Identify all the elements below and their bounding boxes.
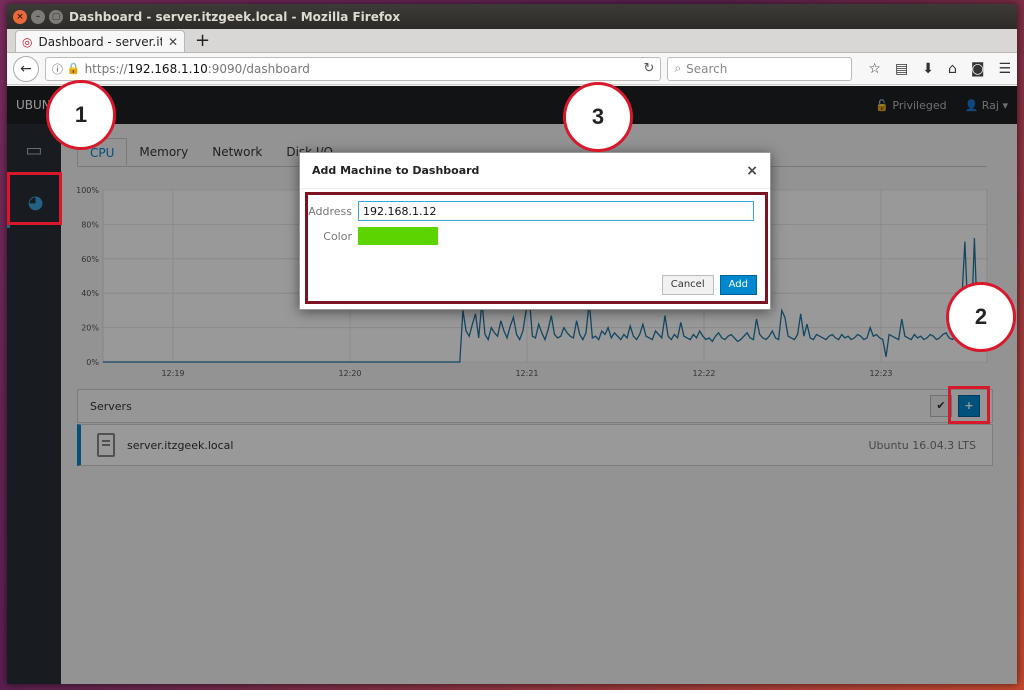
- url-prefix: https://: [84, 61, 128, 76]
- highlight-add-server-button: [948, 386, 990, 424]
- callout-step-2: 2: [946, 282, 1016, 352]
- reload-icon[interactable]: ↻: [644, 61, 655, 76]
- color-row: Color: [308, 227, 765, 245]
- highlight-dashboard-icon: [7, 172, 62, 225]
- dialog-title: Add Machine to Dashboard: [312, 164, 480, 177]
- download-icon[interactable]: ⬇: [922, 61, 934, 77]
- maximize-window-icon[interactable]: ▢: [49, 9, 63, 24]
- dialog-header: Add Machine to Dashboard ×: [300, 153, 770, 189]
- info-icon[interactable]: ⓘ: [52, 61, 63, 77]
- dialog-body: Address Color Cancel Add: [305, 192, 768, 304]
- callout-step-3: 3: [563, 82, 633, 152]
- search-icon: ⌕: [674, 61, 682, 75]
- menu-icon[interactable]: ☰: [998, 61, 1011, 77]
- address-row: Address: [308, 201, 765, 221]
- new-tab-icon[interactable]: +: [195, 30, 210, 52]
- home-icon[interactable]: ⌂: [948, 61, 957, 77]
- close-tab-icon[interactable]: ✕: [168, 35, 178, 49]
- minimize-window-icon[interactable]: –: [31, 9, 45, 24]
- back-icon[interactable]: ←: [13, 55, 39, 82]
- add-machine-dialog: Add Machine to Dashboard × Address Color…: [299, 152, 771, 310]
- cancel-button[interactable]: Cancel: [661, 275, 714, 295]
- window-controls: × – ▢: [13, 9, 65, 24]
- add-button[interactable]: Add: [719, 275, 757, 295]
- bookmarks-list-icon[interactable]: ▤: [895, 61, 908, 77]
- search-input[interactable]: ⌕ Search: [667, 56, 853, 81]
- close-window-icon[interactable]: ×: [13, 9, 27, 24]
- firefox-window: × – ▢ Dashboard - server.itzgeek.local -…: [7, 4, 1017, 684]
- color-picker[interactable]: [358, 227, 438, 245]
- navigation-toolbar: ← ⓘ 🔒 https://192.168.1.10:9090/dashboar…: [7, 53, 1017, 85]
- titlebar: × – ▢ Dashboard - server.itzgeek.local -…: [7, 4, 1017, 29]
- bookmark-star-icon[interactable]: ☆: [868, 61, 881, 77]
- url-bar[interactable]: ⓘ 🔒 https://192.168.1.10:9090/dashboard …: [44, 56, 662, 81]
- toolbar-icons: ☆ ▤ ⬇ ⌂ ◙ ☰: [868, 61, 1011, 77]
- browser-tab[interactable]: ◎ Dashboard - server.itzgeek.local ✕: [15, 30, 185, 52]
- callout-step-1: 1: [46, 80, 116, 150]
- dialog-buttons: Cancel Add: [661, 275, 757, 295]
- url-path: :9090/dashboard: [207, 61, 310, 76]
- warning-lock-icon[interactable]: 🔒: [67, 62, 81, 75]
- url-host: 192.168.1.10: [127, 61, 208, 76]
- pocket-icon[interactable]: ◙: [971, 61, 985, 77]
- browser-tabbar: ◎ Dashboard - server.itzgeek.local ✕ +: [7, 29, 1017, 53]
- address-input[interactable]: [358, 201, 754, 221]
- color-label: Color: [323, 229, 352, 243]
- close-dialog-icon[interactable]: ×: [746, 163, 758, 179]
- window-title: Dashboard - server.itzgeek.local - Mozil…: [69, 9, 401, 24]
- debian-favicon-icon: ◎: [22, 34, 33, 49]
- browser-tab-title: Dashboard - server.itzgeek.local: [38, 34, 161, 49]
- address-label: Address: [308, 204, 352, 218]
- search-placeholder: Search: [686, 61, 728, 76]
